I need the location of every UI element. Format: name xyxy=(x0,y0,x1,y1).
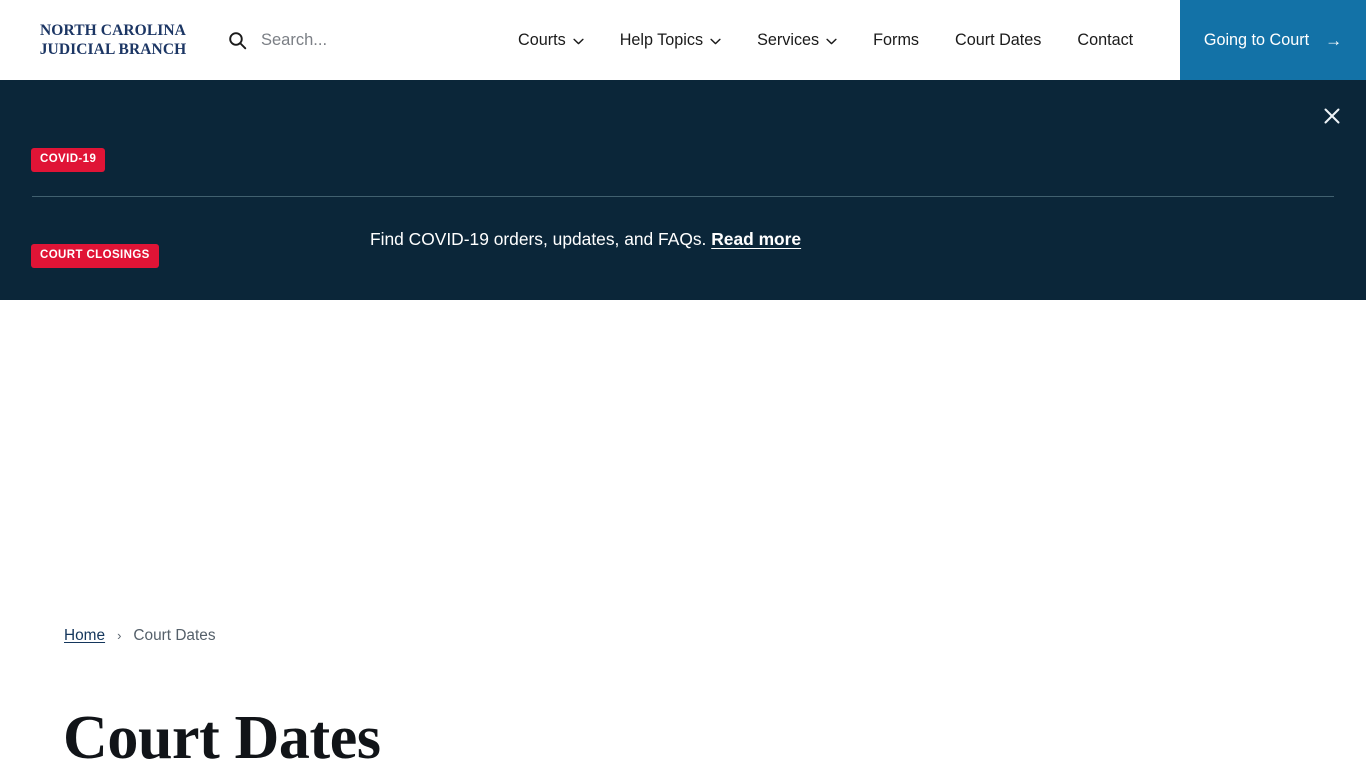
chevron-down-icon xyxy=(710,38,721,44)
nav-item-forms[interactable]: Forms xyxy=(855,29,937,51)
breadcrumb: Home › Court Dates xyxy=(64,626,216,646)
alert-emphasis-county-count: 1 county xyxy=(370,325,442,345)
site-logo[interactable]: NORTH CAROLINA JUDICIAL BRANCH xyxy=(25,21,201,59)
breadcrumb-home[interactable]: Home xyxy=(64,626,105,646)
close-x-glyph xyxy=(1324,108,1340,124)
close-icon[interactable] xyxy=(1318,102,1346,130)
alert-text-covid: Find COVID-19 orders, updates, and FAQs. xyxy=(370,229,707,249)
alert-message-closings: 1 county is currently reporting closings… xyxy=(370,323,983,347)
search-input[interactable] xyxy=(261,30,481,50)
nav-item-court-dates[interactable]: Court Dates xyxy=(937,29,1059,51)
badge-covid-19: COVID-19 xyxy=(31,148,106,172)
alert-divider xyxy=(32,196,1334,197)
cta-label: Going to Court xyxy=(1203,30,1310,49)
nav-label: Courts xyxy=(518,31,566,49)
nav-item-help-topics[interactable]: Help Topics xyxy=(602,29,739,51)
going-to-court-button[interactable]: Going to Court → xyxy=(1180,0,1366,80)
logo-line-1: NORTH CAROLINA xyxy=(40,22,186,39)
alert-banner: COVID-19 Find COVID-19 orders, updates, … xyxy=(0,80,1366,345)
badge-court-closings: COURT CLOSINGS xyxy=(31,244,159,268)
page-title: Court Dates xyxy=(63,704,381,768)
alert-message-covid: Find COVID-19 orders, updates, and FAQs.… xyxy=(370,227,801,251)
breadcrumb-separator-icon: › xyxy=(117,628,122,643)
nav-label: Services xyxy=(757,31,820,49)
search-icon[interactable] xyxy=(228,31,247,50)
search-bar[interactable] xyxy=(228,26,481,54)
breadcrumb-current: Court Dates xyxy=(133,627,216,644)
nav-item-courts[interactable]: Courts xyxy=(518,29,602,51)
nav-item-services[interactable]: Services xyxy=(739,29,855,51)
site-header: NORTH CAROLINA JUDICIAL BRANCH Courts He… xyxy=(0,0,1366,80)
chevron-down-icon xyxy=(826,38,837,44)
nav-item-contact[interactable]: Contact xyxy=(1059,29,1151,51)
alert-link-read-more[interactable]: Read more xyxy=(711,229,801,249)
arrow-right-icon: → xyxy=(1325,30,1343,50)
chevron-down-icon xyxy=(573,38,584,44)
nav-label: Help Topics xyxy=(619,31,704,49)
logo-line-2: JUDICIAL BRANCH xyxy=(39,41,187,58)
alert-link-view-active-closings[interactable]: View active closings xyxy=(814,325,983,345)
main-navigation: Courts Help Topics Services Forms Court … xyxy=(518,29,1151,51)
alert-text-closings: is currently reporting closings and/or a… xyxy=(446,325,809,345)
